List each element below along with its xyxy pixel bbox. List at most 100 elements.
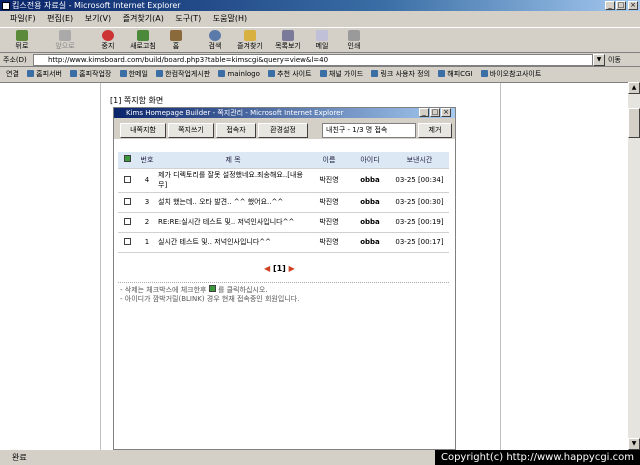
scroll-up-arrow[interactable]: ▲ [628, 82, 640, 94]
settings-button[interactable]: 환경설정 [258, 123, 308, 138]
copyright-banner: Copyright(c) http://www.happycgi.com [434, 450, 640, 465]
column-divider [100, 83, 101, 451]
row-sender[interactable]: 박진영 [308, 232, 350, 253]
remove-button[interactable]: 제거 [418, 123, 452, 138]
vertical-scrollbar[interactable]: ▲ ▼ [628, 82, 640, 450]
next-page-icon[interactable]: ▶ [289, 264, 295, 273]
row-subject[interactable]: 실시간 테스트 및.. 저넉인사입니다^^ [158, 232, 308, 253]
stop-icon [102, 30, 114, 41]
mail-icon [316, 30, 328, 41]
window-title-bar: 킴스전용 자료실 - Microsoft Internet Explorer [0, 0, 640, 11]
minimize-button[interactable]: _ [605, 1, 615, 10]
link-item[interactable]: 한컴작업게시판 [156, 70, 210, 78]
home-button[interactable]: 홈 [166, 30, 186, 52]
row-subject[interactable]: RE:RE:실시간 테스트 및.. 저넉인사입니다^^ [158, 212, 308, 233]
address-dropdown[interactable]: ▼ [593, 54, 605, 66]
history-icon [282, 30, 294, 41]
row-checkbox[interactable] [118, 212, 136, 233]
link-item[interactable]: 홈피서버 [27, 70, 62, 78]
row-checkbox[interactable] [118, 232, 136, 253]
go-button[interactable]: 이동 [608, 55, 621, 65]
forward-arrow-icon [59, 30, 71, 41]
help-notes: - 삭제는 체크박스에 체크한후 를 클릭하십시오. - 아이디가 깜박거릴(B… [120, 285, 299, 304]
refresh-button[interactable]: 새로고침 [126, 30, 160, 52]
ie-icon [2, 2, 10, 10]
address-label: 주소(D) [3, 56, 27, 64]
print-button[interactable]: 인쇄 [344, 30, 364, 52]
row-checkbox[interactable] [118, 168, 136, 193]
search-button[interactable]: 검색 [204, 30, 226, 52]
popup-title: Kims Homepage Builder - 쪽지관리 - Microsoft… [114, 108, 455, 118]
row-time: 03-25 [00:30] [390, 192, 449, 213]
link-item[interactable]: mainlogo [218, 70, 259, 78]
table-row: 4 제가 디렉토리를 잘못 설정했네요.죄송해요..[내용무] 박진영 obba… [118, 168, 449, 193]
pager: ◀ [1] ▶ [264, 264, 295, 273]
select-all-checkbox[interactable] [118, 152, 136, 169]
popup-window: Kims Homepage Builder - 쪽지관리 - Microsoft… [113, 107, 456, 450]
page-caption: [1] 쪽지함 화면 [110, 96, 164, 105]
link-item[interactable]: 해피CGI [438, 70, 472, 78]
address-input[interactable]: http://www.kimsboard.com/build/board.php… [33, 54, 593, 66]
links-bar: 연결 홈피서버 홈피작업장 한메일 한컴작업게시판 mainlogo 추천 사이… [0, 68, 640, 81]
address-bar: 주소(D) http://www.kimsboard.com/build/boa… [0, 53, 640, 67]
close-button[interactable]: × [628, 1, 638, 10]
toolbar: 뒤로 앞으로 중지 새로고침 홈 검색 즐겨찾기 목록보기 메일 인쇄 [0, 27, 640, 53]
row-id: obba [350, 232, 390, 253]
link-item[interactable]: 한메일 [120, 70, 148, 78]
menu-favorites[interactable]: 즐겨찾기(A) [123, 14, 164, 23]
link-item[interactable]: 채널 가이드 [320, 70, 363, 78]
column-header: 번호 [136, 152, 158, 169]
menu-tools[interactable]: 도구(T) [175, 14, 201, 23]
menu-file[interactable]: 파일(F) [10, 14, 36, 23]
page-number[interactable]: [1] [273, 264, 286, 273]
row-sender[interactable]: 박진영 [308, 168, 350, 193]
back-arrow-icon [16, 30, 28, 41]
maximize-button[interactable]: □ [616, 1, 626, 10]
row-sender[interactable]: 박진영 [308, 192, 350, 213]
link-item[interactable]: 홈피작업장 [70, 70, 111, 78]
write-note-button[interactable]: 쪽지쓰기 [168, 123, 214, 138]
table-header: 번호 제 목 이름 아이디 보낸시간 [118, 152, 449, 169]
column-header: 제 목 [158, 152, 308, 169]
back-button[interactable]: 뒤로 [8, 30, 36, 52]
scroll-down-arrow[interactable]: ▼ [628, 438, 640, 450]
window-title: 킴스전용 자료실 - Microsoft Internet Explorer [12, 1, 181, 10]
history-button[interactable]: 목록보기 [270, 30, 306, 52]
row-sender[interactable]: 박진영 [308, 212, 350, 233]
visitors-button[interactable]: 접속자 [216, 123, 256, 138]
friend-select[interactable]: 내친구 - 1/3 명 접속 [322, 123, 416, 138]
favorites-button[interactable]: 즐겨찾기 [232, 30, 268, 52]
menu-edit[interactable]: 편집(E) [47, 14, 73, 23]
row-time: 03-25 [00:19] [390, 212, 449, 233]
link-item[interactable]: 링크 사용자 정의 [371, 70, 430, 78]
messages-table: 번호 제 목 이름 아이디 보낸시간 4 제가 디렉토리를 잘못 설정했네요.죄… [118, 152, 449, 253]
popup-maximize[interactable]: □ [430, 108, 440, 117]
menu-view[interactable]: 보기(V) [85, 14, 111, 23]
search-icon [209, 30, 221, 41]
mail-button[interactable]: 메일 [312, 30, 332, 52]
table-row: 1 실시간 테스트 및.. 저넉인사입니다^^ 박진영 obba 03-25 [… [118, 232, 449, 253]
prev-page-icon[interactable]: ◀ [264, 264, 270, 273]
favorites-icon [244, 30, 256, 41]
note-line: 를 클릭하십시오. [217, 286, 268, 294]
link-item[interactable]: 추천 사이트 [268, 70, 311, 78]
note-line: - 삭제는 체크박스에 체크한후 [120, 286, 207, 294]
table-row: 3 설치 했는데.. 오타 발견.. ^^ 했어요..^^ 박진영 obba 0… [118, 192, 449, 213]
scroll-thumb[interactable] [628, 108, 640, 138]
column-header: 이름 [308, 152, 350, 169]
row-id: obba [350, 192, 390, 213]
row-checkbox[interactable] [118, 192, 136, 213]
menu-help[interactable]: 도움말(H) [213, 14, 247, 23]
checkbox-icon [208, 285, 216, 292]
forward-button[interactable]: 앞으로 [48, 30, 82, 52]
row-subject[interactable]: 제가 디렉토리를 잘못 설정했네요.죄송해요..[내용무] [158, 168, 308, 193]
row-number: 4 [136, 168, 158, 193]
refresh-icon [137, 30, 149, 41]
link-item[interactable]: 바이오참고사이트 [481, 70, 542, 78]
home-icon [170, 30, 182, 41]
row-subject[interactable]: 설치 했는데.. 오타 발견.. ^^ 했어요..^^ [158, 192, 308, 213]
popup-close[interactable]: × [441, 108, 451, 117]
inbox-button[interactable]: 내쪽지함 [120, 123, 166, 138]
popup-minimize[interactable]: _ [419, 108, 429, 117]
stop-button[interactable]: 중지 [96, 30, 120, 52]
